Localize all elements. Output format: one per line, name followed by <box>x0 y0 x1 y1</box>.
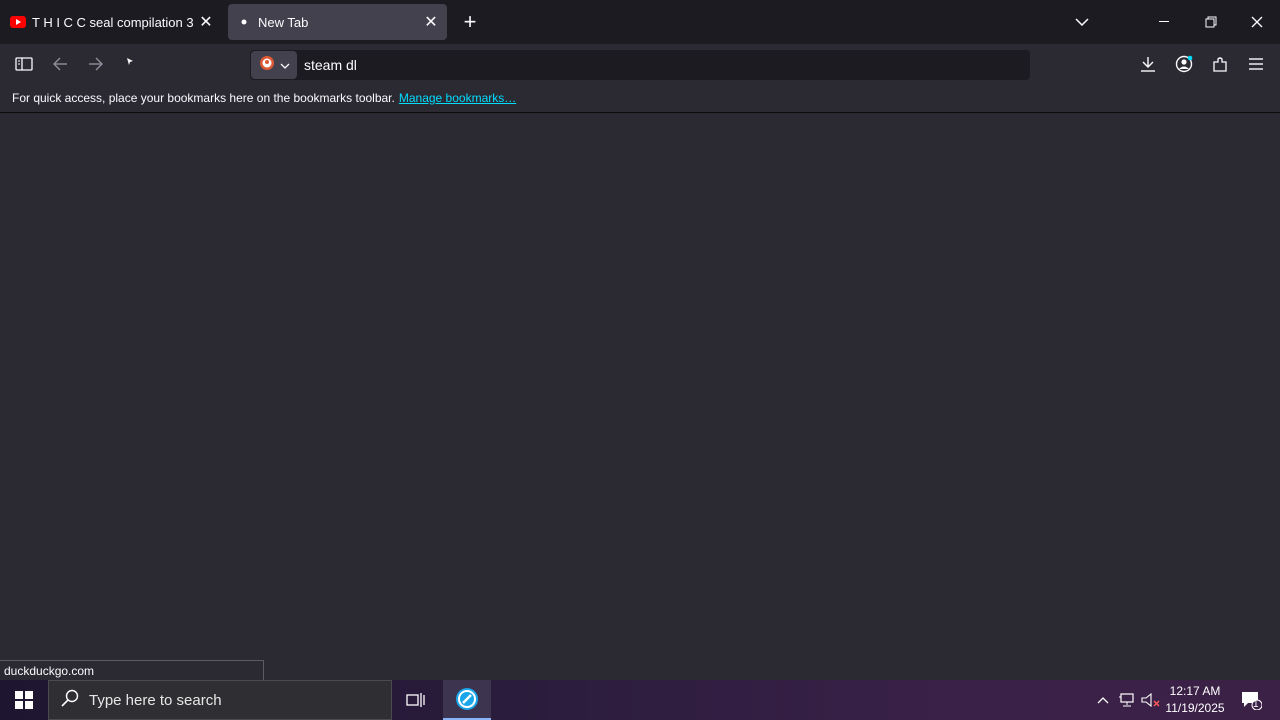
url-bar[interactable]: steam dl <box>250 50 1030 80</box>
forward-icon[interactable] <box>82 50 110 78</box>
back-icon[interactable] <box>46 50 74 78</box>
manage-bookmarks-link[interactable]: Manage bookmarks… <box>399 91 516 105</box>
tab-title: New Tab <box>258 14 309 30</box>
volume-muted-icon[interactable] <box>1140 680 1162 720</box>
account-icon[interactable] <box>1170 50 1198 78</box>
new-tab-icon[interactable]: + <box>458 9 482 34</box>
restore-icon[interactable] <box>1196 8 1226 36</box>
bookmarks-message: For quick access, place your bookmarks h… <box>12 91 395 105</box>
search-engine-button[interactable] <box>251 51 297 79</box>
taskbar-search[interactable]: Type here to search <box>48 680 392 720</box>
search-placeholder: Type here to search <box>89 691 222 709</box>
tray-chevron-icon[interactable] <box>1092 680 1114 720</box>
task-view-icon[interactable] <box>392 680 440 720</box>
bookmarks-toolbar: For quick access, place your bookmarks h… <box>0 84 1280 113</box>
minimize-icon[interactable] <box>1150 8 1180 36</box>
list-all-tabs-icon[interactable] <box>1067 8 1097 36</box>
menu-icon[interactable] <box>1242 50 1270 78</box>
sidebar-icon[interactable] <box>10 50 38 78</box>
tab-youtube[interactable]: T H I C C seal compilation 3 [& ✕ <box>2 4 222 40</box>
clock-time: 12:17 AM <box>1169 684 1221 698</box>
notification-icon[interactable]: 1 <box>1236 680 1266 720</box>
notification-count: 1 <box>1253 699 1259 710</box>
status-panel: duckduckgo.com <box>0 660 264 680</box>
taskbar-clock[interactable]: 12:17 AM 11/19/2025 <box>1160 683 1230 717</box>
chevron-down-icon <box>280 56 290 74</box>
download-icon[interactable] <box>1134 50 1162 78</box>
tab-title: T H I C C seal compilation 3 [& <box>32 14 194 30</box>
youtube-icon <box>10 14 26 30</box>
taskbar: Type here to search 12:17 AM 11/19/2025 … <box>0 680 1280 720</box>
extensions-icon[interactable] <box>1206 50 1234 78</box>
search-icon <box>61 689 79 711</box>
close-icon[interactable]: ✕ <box>419 10 443 34</box>
loading-dot-icon <box>236 14 252 30</box>
page-content <box>0 113 1280 680</box>
clock-date: 11/19/2025 <box>1165 701 1225 715</box>
url-input[interactable]: steam dl <box>304 57 357 73</box>
firefox-icon[interactable] <box>443 680 491 720</box>
nav-toolbar: steam dl <box>0 44 1280 84</box>
tab-strip: T H I C C seal compilation 3 [& ✕ New Ta… <box>0 0 1280 44</box>
mouse-cursor-icon <box>116 48 144 76</box>
network-icon[interactable] <box>1116 680 1138 720</box>
duckduckgo-icon <box>259 55 275 76</box>
tab-new-tab[interactable]: New Tab ✕ <box>228 4 447 40</box>
close-icon[interactable]: ✕ <box>194 10 218 34</box>
close-window-icon[interactable] <box>1242 8 1272 36</box>
windows-start-icon[interactable] <box>0 680 48 720</box>
